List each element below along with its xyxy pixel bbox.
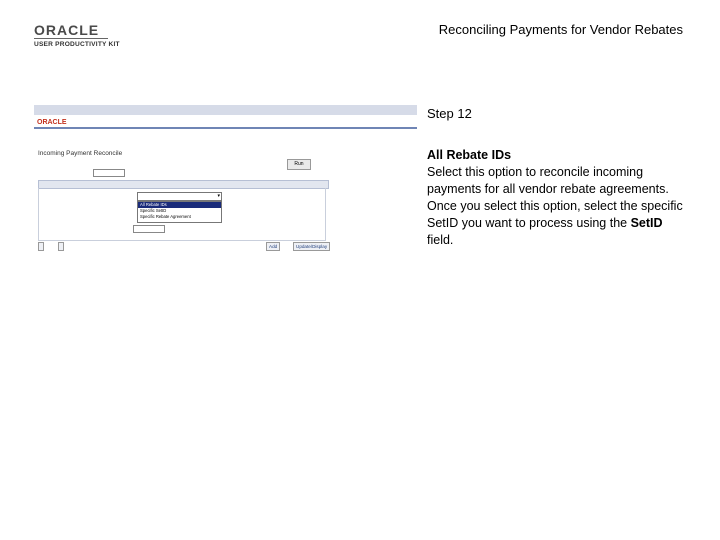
top-navigation-bar <box>34 105 417 115</box>
header-divider <box>34 127 417 129</box>
chevron-down-icon: ▾ <box>217 193 220 199</box>
screenshot-page-title: Incoming Payment Reconcile <box>38 150 123 157</box>
logo-brand: ORACLE <box>34 22 108 39</box>
instruction-setid-inline: SetID <box>427 216 459 230</box>
language-select[interactable] <box>93 169 125 177</box>
run-button[interactable]: Run <box>287 159 311 170</box>
instruction-panel: Step 12 All Rebate IDs Select this optio… <box>427 106 687 249</box>
instruction-text-3: field. <box>427 233 454 247</box>
screenshot-oracle-logo: ORACLE <box>37 119 67 126</box>
notify-button[interactable] <box>58 242 64 251</box>
incoming-payment-option-dropdown[interactable]: ▾ <box>137 192 222 201</box>
oracle-upk-logo: ORACLE USER PRODUCTIVITY KIT <box>34 22 124 48</box>
save-button[interactable] <box>38 242 44 251</box>
dropdown-option-list: All Rebate IDs Specific SetID Specific R… <box>137 201 222 223</box>
add-button[interactable]: Add <box>266 242 281 251</box>
logo-subtitle: USER PRODUCTIVITY KIT <box>34 41 120 48</box>
application-screenshot: ORACLE Incoming Payment Reconcile Run ▾ … <box>34 105 417 255</box>
reconcile-date-row <box>130 225 165 233</box>
step-label: Step 12 <box>427 106 472 121</box>
page-action-bar: Add Update/Display <box>38 242 338 251</box>
update-display-button[interactable]: Update/Display <box>293 242 331 251</box>
instruction-text-2: you want to process using the <box>458 216 631 230</box>
reconcile-date-field[interactable] <box>133 225 165 233</box>
option-specific-rebate-agreement[interactable]: Specific Rebate Agreement <box>138 214 221 220</box>
instruction-setid-field: SetID <box>630 216 663 230</box>
instruction-heading: All Rebate IDs <box>427 148 512 162</box>
instruction-body: Select this option to reconcile incoming… <box>427 164 687 249</box>
instruction-text-1: Select this option to reconcile incoming… <box>427 165 683 213</box>
document-title: Reconciling Payments for Vendor Rebates <box>438 22 683 37</box>
language-row <box>90 169 125 177</box>
